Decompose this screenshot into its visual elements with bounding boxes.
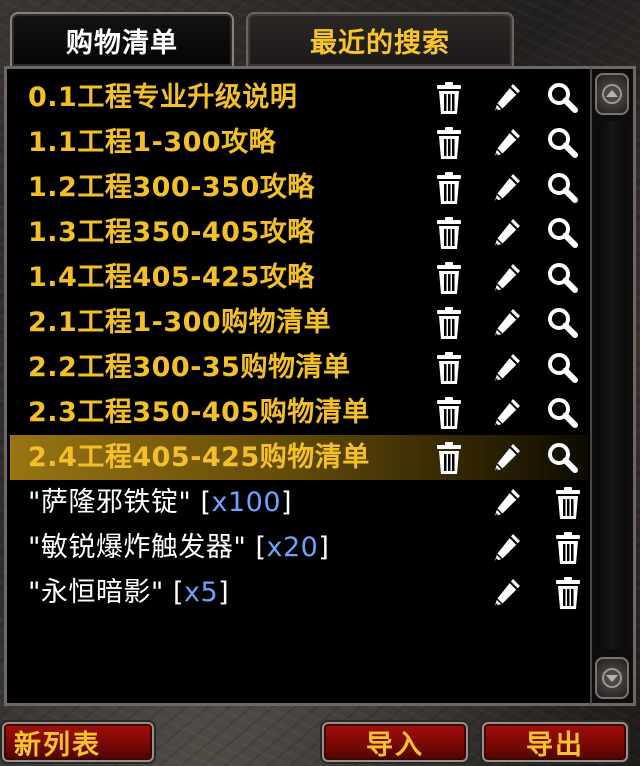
scrollbar[interactable] <box>590 66 636 706</box>
scroll-up-icon <box>602 84 622 104</box>
trash-icon[interactable] <box>433 81 465 115</box>
item-row[interactable]: "永恒暗影" [x5] <box>10 570 588 615</box>
pencil-icon[interactable] <box>491 486 523 520</box>
item-row[interactable]: "萨隆邪铁锭" [x100] <box>10 480 588 525</box>
item-label: "萨隆邪铁锭" [x100] <box>28 480 292 525</box>
list-name: 1.2工程300-350攻略 <box>28 172 315 203</box>
magnifier-icon[interactable] <box>546 216 578 250</box>
trash-icon[interactable] <box>433 396 465 430</box>
list-name: 2.4工程405-425购物清单 <box>28 442 370 473</box>
list-row[interactable]: 2.2工程300-35购物清单 <box>10 345 588 390</box>
list-row[interactable]: 2.4工程405-425购物清单 <box>10 435 588 480</box>
list-row[interactable]: 2.1工程1-300购物清单 <box>10 300 588 345</box>
scroll-down-button[interactable] <box>595 657 629 699</box>
qty-close-bracket: ] <box>281 487 293 518</box>
pencil-icon[interactable] <box>491 171 523 205</box>
item-row[interactable]: "敏锐爆炸触发器" [x20] <box>10 525 588 570</box>
trash-icon[interactable] <box>433 441 465 475</box>
magnifier-icon[interactable] <box>546 126 578 160</box>
qty-open-bracket: [ <box>255 532 267 563</box>
list-name: 2.3工程350-405购物清单 <box>28 397 370 428</box>
trash-icon[interactable] <box>433 306 465 340</box>
list-name: 1.3工程350-405攻略 <box>28 217 315 248</box>
scroll-up-button[interactable] <box>595 73 629 115</box>
pencil-icon[interactable] <box>491 126 523 160</box>
shopping-list-panel: 0.1工程专业升级说明 1.1工程1-300攻略 1.2工程300-350攻略 1.3… <box>4 66 590 706</box>
trash-icon[interactable] <box>433 171 465 205</box>
list-row[interactable]: 1.3工程350-405攻略 <box>10 210 588 255</box>
magnifier-icon[interactable] <box>546 261 578 295</box>
trash-icon[interactable] <box>552 531 584 565</box>
new-list-button[interactable]: 新列表 <box>2 722 154 762</box>
qty-value: x20 <box>266 532 319 563</box>
list-row[interactable]: 2.3工程350-405购物清单 <box>10 390 588 435</box>
magnifier-icon[interactable] <box>546 351 578 385</box>
item-name: "永恒暗影" <box>28 577 164 608</box>
pencil-icon[interactable] <box>491 261 523 295</box>
export-button[interactable]: 导出 <box>482 722 628 762</box>
list-row[interactable]: 1.4工程405-425攻略 <box>10 255 588 300</box>
magnifier-icon[interactable] <box>546 81 578 115</box>
list-row[interactable]: 1.2工程300-350攻略 <box>10 165 588 210</box>
qty-open-bracket: [ <box>200 487 212 518</box>
item-name: "萨隆邪铁锭" <box>28 487 192 518</box>
list-name: 1.1工程1-300攻略 <box>28 127 277 158</box>
list-row[interactable]: 1.1工程1-300攻略 <box>10 120 588 165</box>
pencil-icon[interactable] <box>491 531 523 565</box>
magnifier-icon[interactable] <box>546 171 578 205</box>
tab-shopping-list[interactable]: 购物清单 <box>10 12 234 66</box>
list-name: 2.2工程300-35购物清单 <box>28 352 351 383</box>
pencil-icon[interactable] <box>491 576 523 610</box>
pencil-icon[interactable] <box>491 441 523 475</box>
magnifier-icon[interactable] <box>546 396 578 430</box>
qty-close-bracket: ] <box>218 577 230 608</box>
qty-open-bracket: [ <box>172 577 184 608</box>
magnifier-icon[interactable] <box>546 441 578 475</box>
tab-recent-searches[interactable]: 最近的搜索 <box>246 12 514 66</box>
qty-value: x5 <box>183 577 219 608</box>
pencil-icon[interactable] <box>491 396 523 430</box>
pencil-icon[interactable] <box>491 81 523 115</box>
magnifier-icon[interactable] <box>546 306 578 340</box>
trash-icon[interactable] <box>433 126 465 160</box>
qty-value: x100 <box>211 487 281 518</box>
list-name: 0.1工程专业升级说明 <box>28 82 298 113</box>
item-name: "敏锐爆炸触发器" <box>28 532 247 563</box>
pencil-icon[interactable] <box>491 351 523 385</box>
list-name: 1.4工程405-425攻略 <box>28 262 315 293</box>
pencil-icon[interactable] <box>491 306 523 340</box>
trash-icon[interactable] <box>433 351 465 385</box>
scroll-down-icon <box>602 668 622 688</box>
qty-close-bracket: ] <box>318 532 330 563</box>
trash-icon[interactable] <box>552 486 584 520</box>
trash-icon[interactable] <box>552 576 584 610</box>
import-button[interactable]: 导入 <box>322 722 468 762</box>
scroll-track[interactable] <box>598 121 626 649</box>
list-name: 2.1工程1-300购物清单 <box>28 307 332 338</box>
trash-icon[interactable] <box>433 216 465 250</box>
item-label: "永恒暗影" [x5] <box>28 570 229 615</box>
item-label: "敏锐爆炸触发器" [x20] <box>28 525 329 570</box>
list-row[interactable]: 0.1工程专业升级说明 <box>10 75 588 120</box>
pencil-icon[interactable] <box>491 216 523 250</box>
trash-icon[interactable] <box>433 261 465 295</box>
